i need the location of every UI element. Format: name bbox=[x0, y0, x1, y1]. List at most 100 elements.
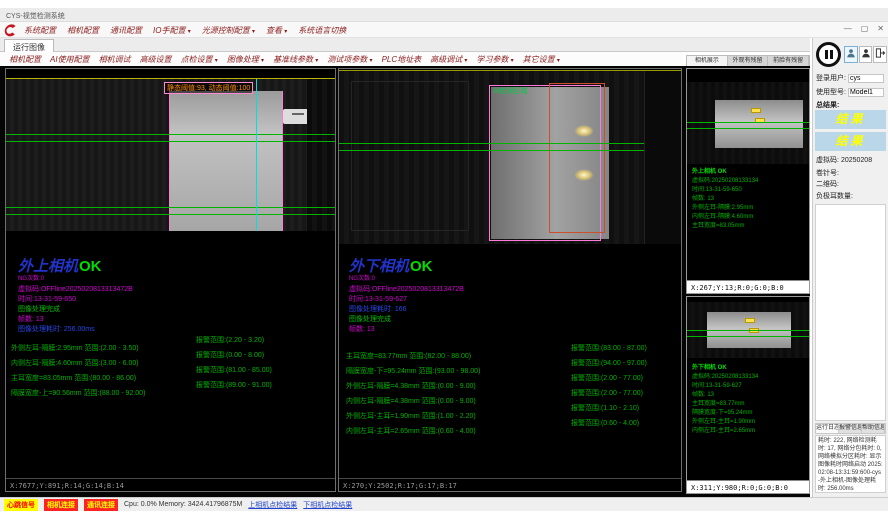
model-input[interactable] bbox=[848, 88, 884, 97]
maximize-icon[interactable]: ▢ bbox=[861, 24, 869, 33]
measurement-alarm: 报警范围:(2.00 - 77.00) bbox=[571, 390, 643, 398]
log-tabs: 运行日志 报警信息 帮助信息 bbox=[815, 423, 886, 434]
measurement-row: 隔膜宽度-下=95.24mm 范围:(93.00 - 98.00)报警范围:(9… bbox=[346, 360, 480, 368]
middle-camera-view: AI检测区域 外下相机OK NG次数:0 虚拟码:OFFline20250208… bbox=[338, 68, 682, 492]
threshold-label: 静态阈值:93, 动态阈值:100 bbox=[164, 82, 253, 94]
tab-camera-display[interactable]: 相机展示 bbox=[687, 56, 728, 66]
cursor-readout: X:267;Y:13;R:0;G:0;B:0 bbox=[687, 280, 809, 293]
virtual-code: 虚拟码:OFFline2025020813313472B bbox=[349, 286, 464, 293]
lower-camera-check-link[interactable]: 下相机点检结果 bbox=[303, 500, 352, 510]
control-panel: 登录用户: 使用型号: 总结果: 结果 结果 虚拟码: 20250208 卷针号… bbox=[812, 38, 888, 497]
measurement-row: 内侧左耳-隔膜=4.38mm 范围:(0.00 - 9.00)报警范围:(2.0… bbox=[346, 390, 480, 398]
virtual-code-value: 20250208 bbox=[841, 157, 872, 164]
menu-item-language-switch[interactable]: 系统语言切换 bbox=[298, 25, 346, 36]
toolbar-advanced-debug[interactable]: 高级调试 ▾ bbox=[430, 54, 467, 65]
measurement-alarm: 报警范围:(2.20 - 3.20) bbox=[196, 337, 264, 345]
menu-item-comm-config[interactable]: 通讯配置 bbox=[110, 25, 142, 36]
menu-item-view[interactable]: 查看 ▾ bbox=[266, 25, 287, 36]
frame-count: 帧数: 13 bbox=[18, 316, 133, 323]
user-icon bbox=[846, 46, 856, 64]
measurement-alarm: 报警范围:(0.00 - 8.00) bbox=[196, 352, 264, 360]
middle-measurements: 主耳宽度=83.77mm 范围:(82.00 - 88.00)报警范围:(83.… bbox=[346, 345, 480, 428]
capture-time: 时间:13-31-59-650 bbox=[18, 296, 133, 303]
status-ok: OK bbox=[79, 258, 102, 275]
login-user-button[interactable] bbox=[844, 46, 858, 63]
frame-count: 帧数: 13 bbox=[349, 326, 464, 333]
measurement-row: 主耳宽度=83.77mm 范围:(82.00 - 88.00)报警范围:(83.… bbox=[346, 345, 480, 353]
toolbar-advanced-settings[interactable]: 高级设置 bbox=[140, 54, 172, 65]
measurement-row: 外侧左耳-隔膜:2.95mm 范围:(2.00 - 3.50)报警范围:(2.2… bbox=[11, 337, 145, 345]
left-result-block: 外上相机OK NG次数:0 虚拟码:OFFline202502081331347… bbox=[18, 255, 133, 333]
camera-connect-badge: 相机连接 bbox=[44, 499, 78, 511]
baseline-overlay bbox=[6, 207, 335, 208]
baseline-overlay bbox=[339, 150, 681, 151]
right-bottom-mini-view: 外下相机 OK 虚拟码:20250208133134 时间:13-31-59-6… bbox=[686, 296, 810, 494]
cpu-memory-readout: Cpu: 0.0% Memory: 3424.41796875M bbox=[124, 501, 242, 508]
measurement-text: 内侧左耳-隔膜:4.60mm 范围:(3.00 - 6.00) bbox=[11, 360, 139, 367]
toolbar-learning-params[interactable]: 学习参数 ▾ bbox=[476, 54, 513, 65]
measurement-text: 隔膜宽度-下=95.24mm 范围:(93.00 - 98.00) bbox=[346, 368, 480, 375]
cursor-crosshair-line bbox=[256, 79, 257, 231]
toolbar-ai-config[interactable]: AI使用配置 bbox=[50, 54, 90, 65]
result-list-box bbox=[815, 204, 886, 421]
measurement-alarm: 报警范围:(94.00 - 97.00) bbox=[571, 360, 647, 368]
toolbar-camera-debug[interactable]: 相机调试 bbox=[99, 54, 131, 65]
tab-run-log[interactable]: 运行日志 bbox=[816, 424, 839, 433]
toolbar-spot-check[interactable]: 点检设置 ▾ bbox=[181, 54, 218, 65]
right-top-camera-image[interactable] bbox=[687, 82, 809, 164]
menu-item-io-config[interactable]: IO手配置 ▾ bbox=[153, 25, 191, 36]
measurement-alarm: 报警范围:(0.60 - 4.00) bbox=[571, 420, 639, 428]
winder-id-label: 卷针号: bbox=[816, 168, 839, 178]
detect-roi-orange bbox=[549, 83, 605, 233]
left-measurements: 外侧左耳-隔膜:2.95mm 范围:(2.00 - 3.50)报警范围:(2.2… bbox=[11, 337, 145, 390]
comm-connect-badge: 通讯连接 bbox=[84, 499, 118, 511]
toolbar-image-processing[interactable]: 图像处理 ▾ bbox=[227, 54, 264, 65]
menu-item-camera-config[interactable]: 相机配置 bbox=[67, 25, 99, 36]
measurement-alarm: 报警范围:(2.00 - 77.00) bbox=[571, 375, 643, 383]
cursor-readout: X:311;Y:980;R:0;G:0;B:0 bbox=[687, 480, 809, 493]
measurement-row: 外侧左耳-隔膜=4.38mm 范围:(0.00 - 9.00)报警范围:(2.0… bbox=[346, 375, 480, 383]
measurement-alarm: 报警范围:(89.00 - 91.00) bbox=[196, 382, 272, 390]
tab-front-residue[interactable]: 前脸有残留 bbox=[768, 56, 809, 66]
neg-tab-count-label: 负极耳数量: bbox=[816, 191, 853, 201]
upper-camera-check-link[interactable]: 上相机点检结果 bbox=[248, 500, 297, 510]
toolbar-camera-config[interactable]: 相机配置 bbox=[9, 54, 41, 65]
measurement-alarm: 报警范围:(1.10 - 2.10) bbox=[571, 405, 639, 413]
login-user-input[interactable] bbox=[848, 74, 884, 83]
ai-roi-label: AI检测区域 bbox=[493, 86, 528, 96]
log-text-area: 耗时: 222, 网络检测耗时: 17, 网络分包耗时: 0, 网络模拟分区耗时… bbox=[815, 435, 886, 493]
tab-alarm-log[interactable]: 报警信息 bbox=[839, 424, 862, 433]
middle-result-block: 外下相机OK NG次数:0 虚拟码:OFFline202502081331347… bbox=[349, 255, 464, 333]
menu-item-light-config[interactable]: 光源控制配置 ▾ bbox=[202, 25, 255, 36]
window-title: CYS-视觉检测系统 bbox=[6, 11, 65, 21]
measurement-text: 主耳宽度=83.05mm 范围:(80.00 - 86.00) bbox=[11, 375, 136, 382]
right-bottom-result-lines: 外下相机 OK 虚拟码:20250208133134 时间:13-31-59-6… bbox=[692, 365, 758, 434]
measurement-row: 内侧左耳-隔膜:4.60mm 范围:(3.00 - 6.00)报警范围:(0.0… bbox=[11, 352, 145, 360]
status-ok: OK bbox=[410, 258, 433, 275]
pause-button[interactable] bbox=[816, 42, 841, 67]
exit-door-icon bbox=[875, 46, 886, 64]
login-user-label: 登录用户: bbox=[816, 73, 846, 83]
model-label: 使用型号: bbox=[816, 87, 846, 97]
total-result-label: 总结果: bbox=[816, 100, 839, 110]
tab-outer-residue[interactable]: 外观有残留 bbox=[728, 56, 769, 66]
toolbar-plc-address[interactable]: PLC地址表 bbox=[382, 54, 422, 65]
exit-button[interactable] bbox=[873, 46, 887, 63]
measurement-text: 内侧左耳-主耳=2.65mm 范围:(0.60 - 4.00) bbox=[346, 428, 476, 435]
left-camera-image[interactable]: 静态阈值:93, 动态阈值:100 bbox=[6, 78, 335, 231]
middle-camera-image[interactable]: AI检测区域 bbox=[339, 70, 681, 244]
title-bar: CYS-视觉检测系统 bbox=[0, 8, 888, 22]
toolbar-other-settings[interactable]: 其它设置 ▾ bbox=[523, 54, 560, 65]
user-manage-button[interactable] bbox=[859, 46, 872, 63]
right-bottom-camera-image[interactable] bbox=[687, 302, 809, 358]
menu-item-system-config[interactable]: 系统配置 bbox=[24, 25, 56, 36]
minimize-icon[interactable]: — bbox=[844, 24, 852, 33]
left-connector bbox=[283, 109, 309, 124]
measurement-text: 内侧左耳-隔膜=4.38mm 范围:(0.00 - 9.00) bbox=[346, 398, 476, 405]
close-icon[interactable]: ✕ bbox=[877, 24, 884, 33]
left-part-region bbox=[169, 91, 283, 231]
toolbar-baseline-params[interactable]: 基准线参数 ▾ bbox=[273, 54, 318, 65]
tab-help-log[interactable]: 帮助信息 bbox=[862, 424, 885, 433]
tab-row: 运行图像 bbox=[0, 38, 810, 52]
toolbar-test-params[interactable]: 测试项参数 ▾ bbox=[327, 54, 372, 65]
